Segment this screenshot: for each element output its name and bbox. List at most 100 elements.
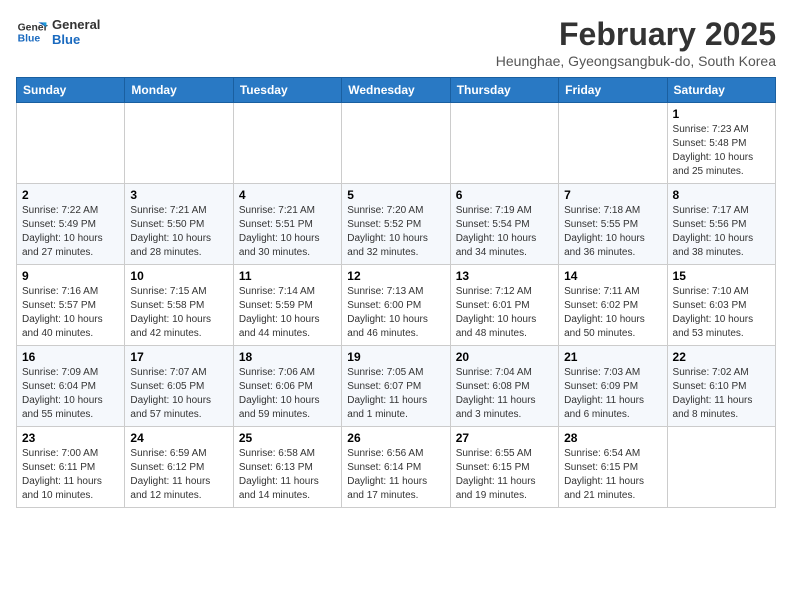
day-info: Sunrise: 7:12 AM Sunset: 6:01 PM Dayligh…: [456, 285, 553, 341]
day-number: 15: [673, 269, 770, 283]
day-info: Sunrise: 7:09 AM Sunset: 6:04 PM Dayligh…: [22, 366, 119, 422]
day-number: 20: [456, 350, 553, 364]
title-block: February 2025 Heunghae, Gyeongsangbuk-do…: [496, 16, 776, 69]
calendar-cell: [17, 103, 125, 184]
calendar-cell: 18 Sunrise: 7:06 AM Sunset: 6:06 PM Dayli…: [233, 346, 341, 427]
day-number: 25: [239, 431, 336, 445]
day-info: Sunrise: 7:00 AM Sunset: 6:11 PM Dayligh…: [22, 447, 119, 503]
day-number: 18: [239, 350, 336, 364]
calendar-table: SundayMondayTuesdayWednesdayThursdayFrid…: [16, 77, 776, 508]
calendar-week-3: 9 Sunrise: 7:16 AM Sunset: 5:57 PM Daylig…: [17, 265, 776, 346]
day-number: 17: [130, 350, 227, 364]
calendar-cell: 1Sunrise: 7:23 AM Sunset: 5:48 PM Daylig…: [667, 103, 775, 184]
logo-icon: General Blue: [16, 16, 48, 48]
day-info: Sunrise: 7:04 AM Sunset: 6:08 PM Dayligh…: [456, 366, 553, 422]
calendar-cell: 16 Sunrise: 7:09 AM Sunset: 6:04 PM Dayli…: [17, 346, 125, 427]
day-info: Sunrise: 7:07 AM Sunset: 6:05 PM Dayligh…: [130, 366, 227, 422]
logo: General Blue General Blue: [16, 16, 100, 48]
day-number: 6: [456, 188, 553, 202]
col-header-saturday: Saturday: [667, 78, 775, 103]
day-info: Sunrise: 7:11 AM Sunset: 6:02 PM Dayligh…: [564, 285, 661, 341]
calendar-cell: 27 Sunrise: 6:55 AM Sunset: 6:15 PM Dayli…: [450, 427, 558, 508]
calendar-week-1: 1Sunrise: 7:23 AM Sunset: 5:48 PM Daylig…: [17, 103, 776, 184]
day-info: Sunrise: 7:18 AM Sunset: 5:55 PM Dayligh…: [564, 204, 661, 260]
col-header-monday: Monday: [125, 78, 233, 103]
calendar-cell: 21 Sunrise: 7:03 AM Sunset: 6:09 PM Dayli…: [559, 346, 667, 427]
col-header-wednesday: Wednesday: [342, 78, 450, 103]
day-info: Sunrise: 6:56 AM Sunset: 6:14 PM Dayligh…: [347, 447, 444, 503]
day-number: 8: [673, 188, 770, 202]
day-number: 23: [22, 431, 119, 445]
col-header-thursday: Thursday: [450, 78, 558, 103]
calendar-cell: [233, 103, 341, 184]
day-info: Sunrise: 7:05 AM Sunset: 6:07 PM Dayligh…: [347, 366, 444, 422]
calendar-cell: 23 Sunrise: 7:00 AM Sunset: 6:11 PM Dayli…: [17, 427, 125, 508]
day-number: 26: [347, 431, 444, 445]
day-number: 28: [564, 431, 661, 445]
calendar-cell: 22Sunrise: 7:02 AM Sunset: 6:10 PM Dayli…: [667, 346, 775, 427]
page-header: General Blue General Blue February 2025 …: [16, 16, 776, 69]
day-info: Sunrise: 7:13 AM Sunset: 6:00 PM Dayligh…: [347, 285, 444, 341]
day-info: Sunrise: 7:03 AM Sunset: 6:09 PM Dayligh…: [564, 366, 661, 422]
day-info: Sunrise: 7:22 AM Sunset: 5:49 PM Dayligh…: [22, 204, 119, 260]
day-number: 12: [347, 269, 444, 283]
calendar-week-4: 16 Sunrise: 7:09 AM Sunset: 6:04 PM Dayli…: [17, 346, 776, 427]
calendar-cell: 20 Sunrise: 7:04 AM Sunset: 6:08 PM Dayli…: [450, 346, 558, 427]
day-info: Sunrise: 7:02 AM Sunset: 6:10 PM Dayligh…: [673, 366, 770, 422]
calendar-cell: 6 Sunrise: 7:19 AM Sunset: 5:54 PM Daylig…: [450, 184, 558, 265]
calendar-cell: 28Sunrise: 6:54 AM Sunset: 6:15 PM Dayli…: [559, 427, 667, 508]
day-info: Sunrise: 6:58 AM Sunset: 6:13 PM Dayligh…: [239, 447, 336, 503]
calendar-cell: [559, 103, 667, 184]
day-number: 27: [456, 431, 553, 445]
day-info: Sunrise: 6:55 AM Sunset: 6:15 PM Dayligh…: [456, 447, 553, 503]
calendar-cell: 12 Sunrise: 7:13 AM Sunset: 6:00 PM Dayli…: [342, 265, 450, 346]
calendar-cell: 10 Sunrise: 7:15 AM Sunset: 5:58 PM Dayli…: [125, 265, 233, 346]
day-number: 4: [239, 188, 336, 202]
logo-general: General: [52, 17, 100, 32]
day-info: Sunrise: 7:16 AM Sunset: 5:57 PM Dayligh…: [22, 285, 119, 341]
day-info: Sunrise: 7:15 AM Sunset: 5:58 PM Dayligh…: [130, 285, 227, 341]
day-number: 9: [22, 269, 119, 283]
month-title: February 2025: [496, 16, 776, 53]
calendar-cell: 26 Sunrise: 6:56 AM Sunset: 6:14 PM Dayli…: [342, 427, 450, 508]
calendar-cell: 25 Sunrise: 6:58 AM Sunset: 6:13 PM Dayli…: [233, 427, 341, 508]
calendar-cell: 17 Sunrise: 7:07 AM Sunset: 6:05 PM Dayli…: [125, 346, 233, 427]
calendar-cell: 8Sunrise: 7:17 AM Sunset: 5:56 PM Daylig…: [667, 184, 775, 265]
day-number: 3: [130, 188, 227, 202]
calendar-week-2: 2Sunrise: 7:22 AM Sunset: 5:49 PM Daylig…: [17, 184, 776, 265]
day-number: 14: [564, 269, 661, 283]
day-info: Sunrise: 7:23 AM Sunset: 5:48 PM Dayligh…: [673, 123, 770, 179]
logo-blue: Blue: [52, 32, 100, 47]
day-number: 11: [239, 269, 336, 283]
calendar-cell: 15 Sunrise: 7:10 AM Sunset: 6:03 PM Dayli…: [667, 265, 775, 346]
day-number: 16: [22, 350, 119, 364]
calendar-cell: 13 Sunrise: 7:12 AM Sunset: 6:01 PM Dayli…: [450, 265, 558, 346]
calendar-cell: 3Sunrise: 7:21 AM Sunset: 5:50 PM Daylig…: [125, 184, 233, 265]
calendar-cell: 2Sunrise: 7:22 AM Sunset: 5:49 PM Daylig…: [17, 184, 125, 265]
col-header-friday: Friday: [559, 78, 667, 103]
day-info: Sunrise: 7:14 AM Sunset: 5:59 PM Dayligh…: [239, 285, 336, 341]
calendar-cell: [342, 103, 450, 184]
day-info: Sunrise: 7:21 AM Sunset: 5:51 PM Dayligh…: [239, 204, 336, 260]
day-number: 5: [347, 188, 444, 202]
day-info: Sunrise: 7:10 AM Sunset: 6:03 PM Dayligh…: [673, 285, 770, 341]
svg-text:Blue: Blue: [18, 34, 41, 45]
calendar-cell: [667, 427, 775, 508]
day-number: 19: [347, 350, 444, 364]
calendar-cell: 19 Sunrise: 7:05 AM Sunset: 6:07 PM Dayli…: [342, 346, 450, 427]
day-number: 24: [130, 431, 227, 445]
calendar-header-row: SundayMondayTuesdayWednesdayThursdayFrid…: [17, 78, 776, 103]
calendar-cell: 24 Sunrise: 6:59 AM Sunset: 6:12 PM Dayli…: [125, 427, 233, 508]
day-number: 13: [456, 269, 553, 283]
col-header-sunday: Sunday: [17, 78, 125, 103]
day-number: 7: [564, 188, 661, 202]
calendar-cell: 7 Sunrise: 7:18 AM Sunset: 5:55 PM Daylig…: [559, 184, 667, 265]
day-number: 10: [130, 269, 227, 283]
calendar-cell: 14 Sunrise: 7:11 AM Sunset: 6:02 PM Dayli…: [559, 265, 667, 346]
day-info: Sunrise: 6:59 AM Sunset: 6:12 PM Dayligh…: [130, 447, 227, 503]
calendar-cell: 11 Sunrise: 7:14 AM Sunset: 5:59 PM Dayli…: [233, 265, 341, 346]
day-number: 21: [564, 350, 661, 364]
day-info: Sunrise: 7:19 AM Sunset: 5:54 PM Dayligh…: [456, 204, 553, 260]
calendar-cell: 9 Sunrise: 7:16 AM Sunset: 5:57 PM Daylig…: [17, 265, 125, 346]
day-info: Sunrise: 7:06 AM Sunset: 6:06 PM Dayligh…: [239, 366, 336, 422]
